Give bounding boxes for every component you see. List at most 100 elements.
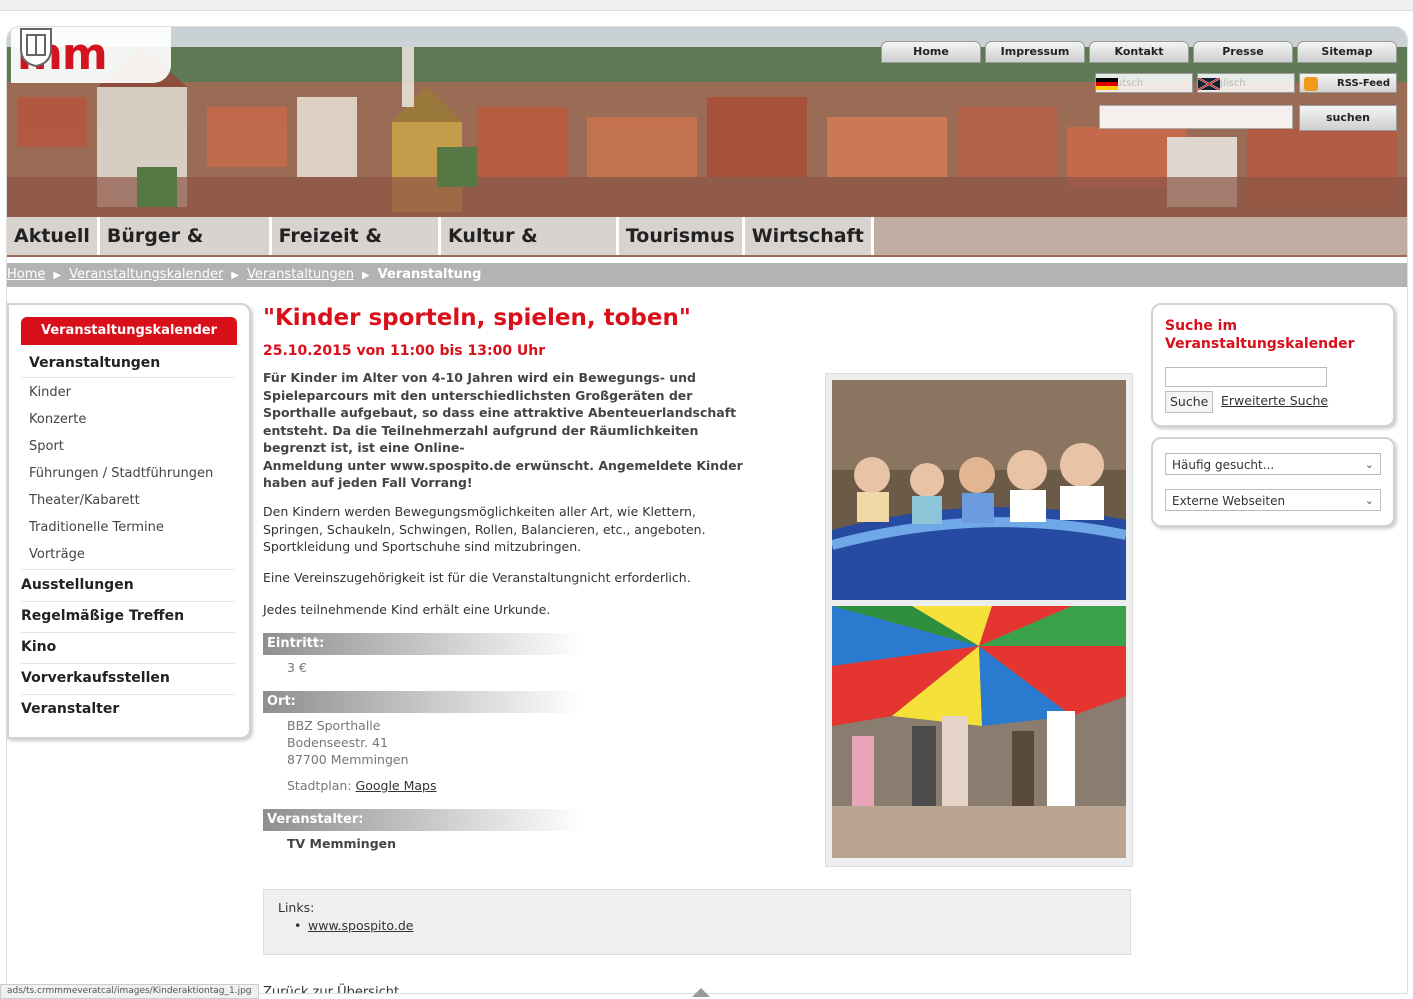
frequently-searched-select[interactable]: Häufig gesucht... ⌄ [1165, 453, 1381, 475]
breadcrumb-home[interactable]: Home [7, 267, 45, 282]
external-websites-value: Externe Webseiten [1172, 494, 1286, 508]
sidebar-item-regelmaessige-treffen[interactable]: Regelmäßige Treffen [21, 608, 184, 624]
sidebar-item-ausstellungen[interactable]: Ausstellungen [21, 577, 134, 593]
breadcrumb-veranstaltungen[interactable]: Veranstaltungen [247, 267, 354, 282]
ort-address: BBZ Sporthalle Bodenseestr. 41 87700 Mem… [287, 717, 409, 768]
calendar-search-button[interactable]: Suche [1165, 391, 1214, 413]
sidebar-divider [21, 663, 235, 664]
ort-line: 87700 Memmingen [287, 752, 409, 767]
sidebar-divider [21, 377, 235, 378]
main-nav-filler [873, 217, 1407, 255]
calendar-search-input[interactable] [1165, 367, 1327, 387]
event-photo-parachute[interactable] [832, 606, 1126, 858]
event-photo-children-mat[interactable] [832, 380, 1126, 600]
event-intro-line: haben auf jeden Fall Vorrang! [263, 475, 473, 490]
section-veranstalter-header: Veranstalter: [263, 809, 583, 831]
sidebar-item-traditionelle-termine[interactable]: Traditionelle Termine [29, 520, 164, 535]
frequently-searched-value: Häufig gesucht... [1172, 458, 1275, 472]
uk-flag-icon [1198, 78, 1220, 90]
sidebar-item-vorverkaufsstellen[interactable]: Vorverkaufsstellen [21, 670, 170, 686]
rss-icon [1304, 77, 1318, 91]
links-box: Links: • www.spospito.de [263, 889, 1131, 955]
top-nav-presse[interactable]: Presse [1193, 41, 1293, 63]
event-intro-line: begrenzt ist, ist eine Online- [263, 440, 465, 455]
calendar-search-title: Suche im Veranstaltungskalender [1165, 318, 1355, 352]
top-nav-home[interactable]: Home [881, 41, 981, 63]
event-description-line: Den Kindern werden Bewegungsmöglichkeite… [263, 504, 696, 519]
chevron-down-icon: ⌄ [1364, 494, 1374, 507]
sidebar-item-fuehrungen[interactable]: Führungen / Stadtführungen [29, 466, 213, 481]
event-photos [825, 373, 1133, 867]
top-nav-sitemap[interactable]: Sitemap [1297, 41, 1397, 63]
back-to-overview-link[interactable]: Zurück zur Übersicht [263, 985, 399, 993]
page-frame: mm Home Impressum Kontakt Presse Sitemap… [6, 26, 1408, 994]
ort-line: Bodenseestr. 41 [287, 735, 388, 750]
header-search-button[interactable]: suchen [1299, 105, 1397, 131]
scroll-up-arrow-icon[interactable] [692, 988, 710, 997]
sidebar-item-kino[interactable]: Kino [21, 639, 56, 655]
top-nav-kontakt[interactable]: Kontakt [1089, 41, 1189, 63]
main-nav-kultur-bildung[interactable]: Kultur & Bildung [441, 217, 619, 255]
event-membership-note: Eine Vereinszugehörigkeit ist für die Ve… [263, 570, 691, 585]
spospito-link[interactable]: www.spospito.de [308, 918, 413, 933]
page-title: "Kinder sporteln, spielen, toben" [263, 305, 691, 331]
top-nav: Home Impressum Kontakt Presse Sitemap [881, 41, 1397, 63]
event-intro: Für Kinder im Alter von 4-10 Jahren wird… [263, 369, 803, 492]
sidebar-item-sport[interactable]: Sport [29, 439, 64, 454]
sidebar-divider [21, 632, 235, 633]
sidebar-item-kinder[interactable]: Kinder [29, 385, 71, 400]
chevron-down-icon: ⌄ [1364, 458, 1374, 471]
links-label: Links: [278, 900, 315, 915]
event-intro-line: Sporthalle aufgebaut, so dass eine attra… [263, 405, 737, 420]
language-englisch[interactable]: Englisch [1197, 73, 1295, 93]
top-nav-impressum[interactable]: Impressum [985, 41, 1085, 63]
breadcrumb-arrow-icon: ▶ [231, 270, 239, 281]
header-banner: mm Home Impressum Kontakt Presse Sitemap… [7, 27, 1407, 257]
main-nav-tourismus[interactable]: Tourismus [618, 217, 745, 255]
section-ort-header: Ort: [263, 691, 583, 713]
sidebar-header[interactable]: Veranstaltungskalender [21, 317, 237, 345]
sidebar-item-theater[interactable]: Theater/Kabarett [29, 493, 140, 508]
city-crest-icon [20, 28, 52, 67]
sidebar-item-veranstalter[interactable]: Veranstalter [21, 701, 119, 717]
left-sidebar: Veranstaltungskalender Veranstaltungen K… [7, 303, 251, 739]
eintritt-value: 3 € [287, 660, 307, 675]
veranstalter-value: TV Memmingen [287, 836, 397, 851]
list-bullet: • [294, 918, 302, 933]
sidebar-item-vortraege[interactable]: Vorträge [29, 547, 85, 562]
breadcrumb-veranstaltungskalender[interactable]: Veranstaltungskalender [69, 267, 223, 282]
browser-top-strip [0, 0, 1413, 11]
header-search-input[interactable] [1099, 105, 1293, 129]
de-flag-icon [1096, 78, 1118, 90]
breadcrumb-current: Veranstaltung [377, 267, 482, 282]
main-nav-freizeit-sport[interactable]: Freizeit & Sport [271, 217, 442, 255]
event-description: Den Kindern werden Bewegungsmöglichkeite… [263, 503, 803, 556]
language-row: Deutsch Englisch RSS-Feed [1095, 73, 1397, 93]
main-nav-aktuell[interactable]: Aktuell [7, 217, 100, 255]
event-certificate-note: Jedes teilnehmende Kind erhält eine Urku… [263, 602, 551, 617]
breadcrumb: Home ▶ Veranstaltungskalender ▶ Veranstaltun… [7, 263, 1407, 287]
main-nav-wirtschaft[interactable]: Wirtschaft [744, 217, 874, 255]
sidebar-item-konzerte[interactable]: Konzerte [29, 412, 86, 427]
main-nav-buerger-politik[interactable]: Bürger & Politik [99, 217, 272, 255]
event-description-line: Springen, Schaukeln, Schwingen, Rollen, … [263, 521, 706, 537]
external-websites-select[interactable]: Externe Webseiten ⌄ [1165, 489, 1381, 511]
calendar-search-box: Suche im Veranstaltungskalender Suche Er… [1151, 303, 1395, 427]
google-maps-link[interactable]: Google Maps [356, 778, 437, 793]
event-intro-line: entsteht. Da die Teilnehmerzahl aufgrund… [263, 422, 699, 438]
section-eintritt-header: Eintritt: [263, 633, 583, 655]
event-date: 25.10.2015 von 11:00 bis 13:00 Uhr [263, 343, 546, 359]
ort-line: BBZ Sporthalle [287, 718, 381, 733]
site-logo[interactable]: mm [11, 27, 171, 83]
sidebar-item-veranstaltungen[interactable]: Veranstaltungen [29, 355, 160, 371]
breadcrumb-arrow-icon: ▶ [53, 270, 62, 281]
header-search: suchen [1099, 105, 1397, 131]
language-deutsch[interactable]: Deutsch [1095, 73, 1193, 93]
event-intro-line: Für Kinder im Alter von 4-10 Jahren wird… [263, 370, 696, 385]
breadcrumb-arrow-icon: ▶ [361, 270, 370, 281]
rss-feed-button[interactable]: RSS-Feed [1299, 73, 1397, 93]
quick-links-box: Häufig gesucht... ⌄ Externe Webseiten ⌄ [1151, 437, 1395, 527]
event-intro-line: Anmeldung unter www.spospito.de erwünsch… [263, 457, 743, 473]
advanced-search-link[interactable]: Erweiterte Suche [1221, 393, 1328, 408]
stadtplan-row: Stadtplan: Google Maps [287, 777, 436, 794]
